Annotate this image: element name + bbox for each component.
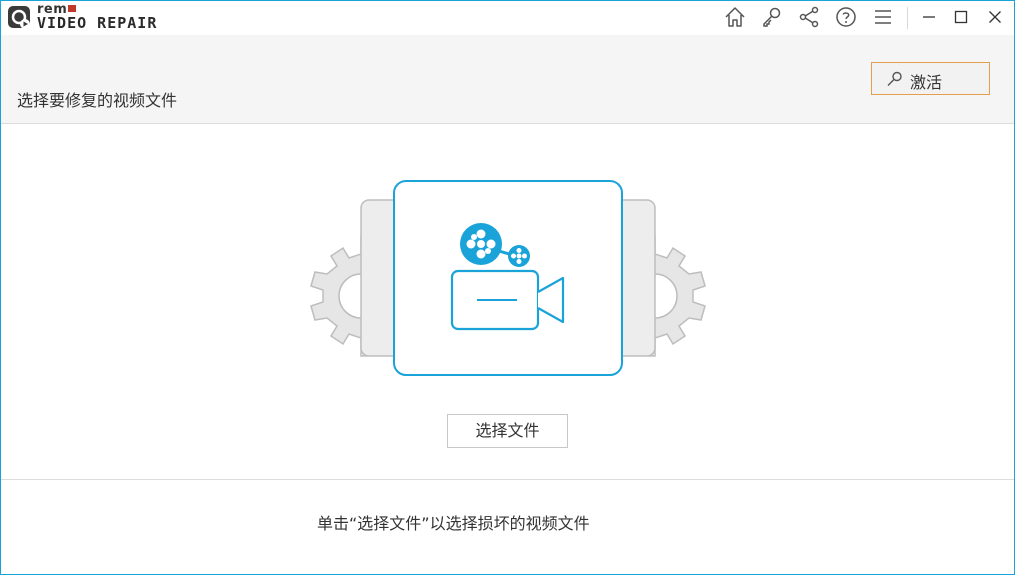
footer: 单击“选择文件”以选择损坏的视频文件	[1, 480, 1014, 574]
remo-logo-icon	[8, 6, 30, 29]
app-logo: rem VIDEO REPAIR	[7, 3, 187, 32]
key-icon	[887, 71, 902, 86]
main-panel: 选择文件	[1, 124, 1014, 480]
titlebar-separator	[907, 7, 908, 29]
activate-button[interactable]: 激活	[871, 62, 990, 95]
help-icon[interactable]	[834, 5, 858, 29]
right-gear-icon	[614, 199, 706, 357]
title-bar: rem VIDEO REPAIR	[1, 1, 1014, 35]
logo-product-name: VIDEO REPAIR	[37, 14, 158, 32]
hint-text: 单击“选择文件”以选择损坏的视频文件	[317, 514, 590, 533]
activate-button-label: 激活	[910, 73, 943, 92]
app-window: rem VIDEO REPAIR 选择要修复的视频文件 激活 选择文件 单击“选…	[0, 0, 1015, 575]
close-icon[interactable]	[983, 5, 1007, 29]
left-gear-icon	[310, 199, 402, 357]
maximize-icon[interactable]	[949, 5, 973, 29]
home-icon[interactable]	[723, 5, 747, 29]
logo-brand-dot	[68, 5, 77, 12]
key-icon[interactable]	[760, 5, 784, 29]
page-header: 选择要修复的视频文件 激活	[1, 35, 1014, 124]
page-title: 选择要修复的视频文件	[17, 91, 178, 110]
select-file-button[interactable]: 选择文件	[447, 414, 568, 448]
menu-icon[interactable]	[871, 5, 895, 29]
share-icon[interactable]	[797, 5, 821, 29]
minimize-icon[interactable]	[917, 5, 941, 29]
video-repair-illustration	[310, 180, 706, 376]
